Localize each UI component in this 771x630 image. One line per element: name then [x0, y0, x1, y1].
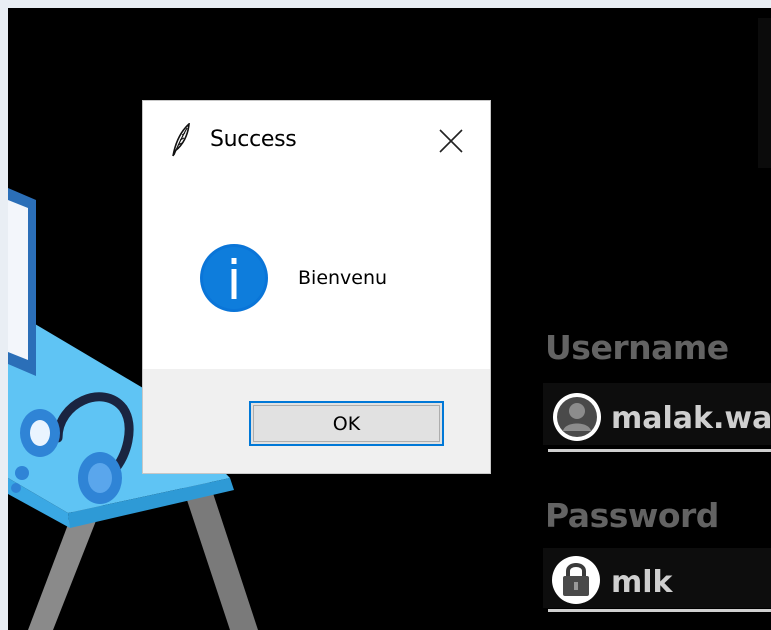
close-button[interactable] — [429, 119, 473, 163]
headset-ear-inner — [30, 420, 50, 446]
feather-icon — [172, 123, 190, 157]
user-avatar-icon — [553, 393, 601, 441]
success-dialog: Success Bienvenu OK — [143, 101, 490, 473]
headset-mic — [15, 466, 29, 480]
headset-mic — [11, 483, 21, 493]
ok-button-label: OK — [332, 412, 361, 435]
padlock-icon — [552, 556, 600, 604]
desk-leg — [183, 478, 258, 630]
dialog-footer: OK — [143, 369, 490, 473]
password-label: Password — [545, 496, 719, 535]
dialog-title: Success — [210, 127, 297, 152]
dialog-message: Bienvenu — [298, 267, 388, 289]
dialog-titlebar[interactable]: Success — [143, 101, 490, 181]
username-label: Username — [545, 328, 729, 367]
password-input[interactable]: mlk — [611, 565, 673, 600]
info-icon — [200, 244, 268, 312]
username-underline — [548, 449, 771, 452]
password-underline — [548, 609, 771, 612]
ok-button[interactable]: OK — [249, 401, 444, 446]
username-input[interactable]: malak.wa — [611, 401, 771, 436]
close-icon — [439, 129, 463, 153]
headset-ear-inner — [88, 463, 112, 493]
monitor-screen — [8, 200, 28, 360]
